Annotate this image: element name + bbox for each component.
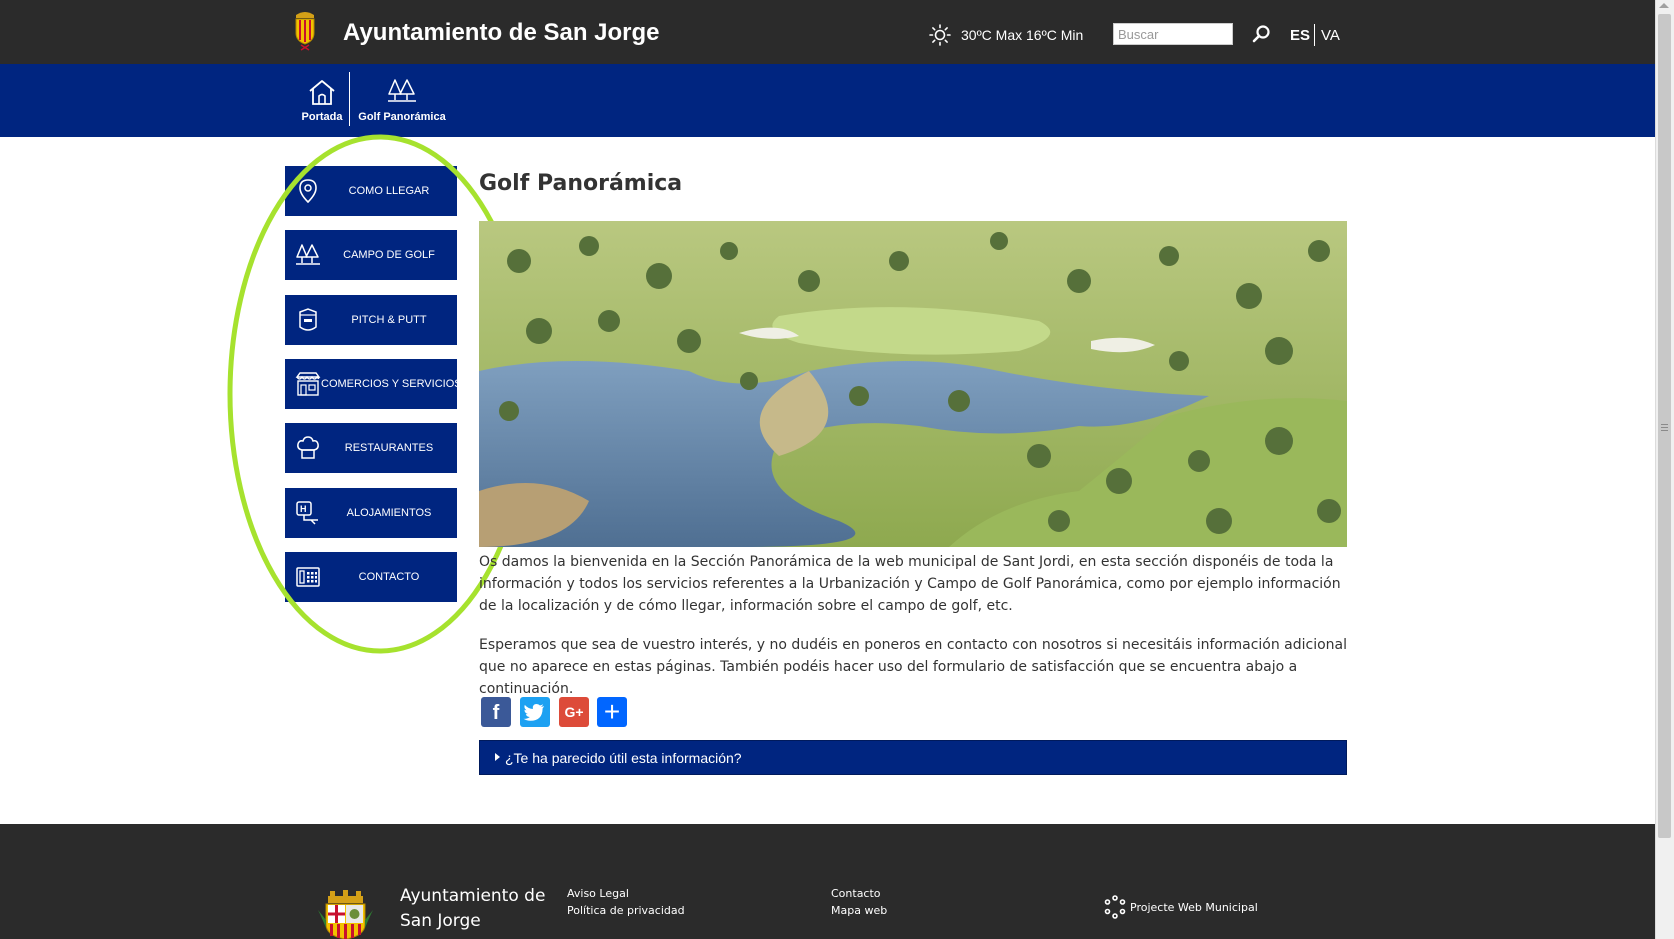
search-input[interactable] <box>1113 23 1233 45</box>
nav-label-golf-panoramica: Golf Panorámica <box>358 111 446 123</box>
chef-hat-icon <box>297 436 319 459</box>
feedback-toggle[interactable]: ¿Te ha parecido útil esta información? <box>479 740 1347 775</box>
share-more-button[interactable]: + <box>597 696 627 727</box>
home-icon <box>309 80 335 105</box>
nav-label-portada: Portada <box>301 111 343 123</box>
projecte-web-link[interactable]: Projecte Web Municipal <box>1130 901 1258 914</box>
golf-course-photo <box>479 221 1347 547</box>
plus-icon: + <box>603 696 621 727</box>
intro-paragraph: Os damos la bienvenida en la Sección Pan… <box>479 554 1341 614</box>
share-facebook-button[interactable]: f <box>481 697 511 727</box>
club-badge-icon <box>299 308 317 331</box>
projecte-web-icon <box>1104 895 1126 919</box>
main-nav: Portada Golf Panorámica <box>0 64 1655 137</box>
footer-link-contacto[interactable]: Contacto <box>831 887 881 900</box>
trees-icon <box>296 244 320 265</box>
nav-divider <box>349 72 350 126</box>
sidebar-item-comercios-servicios[interactable]: COMERCIOS Y SERVICIOS <box>285 359 462 409</box>
language-divider <box>1314 24 1315 46</box>
footer-title: Ayuntamiento de San Jorge <box>400 884 545 934</box>
language-va-link[interactable]: VA <box>1321 27 1340 44</box>
sidebar-label-campo-de-golf: CAMPO DE GOLF <box>343 249 435 261</box>
nav-item-golf-panoramica[interactable]: Golf Panorámica <box>354 64 450 137</box>
sidebar-item-campo-de-golf[interactable]: CAMPO DE GOLF <box>285 230 457 280</box>
sidebar-item-alojamientos[interactable]: H ALOJAMIENTOS <box>285 488 457 538</box>
footer-link-privacidad[interactable]: Política de privacidad <box>567 904 685 917</box>
sidebar-item-como-llegar[interactable]: COMO LLEGAR <box>285 166 457 216</box>
map-pin-icon <box>299 179 317 204</box>
hotel-icon: H <box>296 501 318 525</box>
facebook-icon: f <box>492 702 500 724</box>
footer-link-aviso-legal[interactable]: Aviso Legal <box>567 887 629 900</box>
caret-right-icon <box>495 753 500 761</box>
share-googleplus-button[interactable]: G+ <box>559 697 589 727</box>
sidebar-label-alojamientos: ALOJAMIENTOS <box>346 507 432 519</box>
sidebar-label-comercios-servicios: COMERCIOS Y SERVICIOS <box>321 378 462 390</box>
top-bar: Ayuntamiento de San Jorge 30ºC Max 16ºC … <box>0 0 1655 64</box>
town-crest-icon <box>318 890 373 939</box>
sidebar-label-como-llegar: COMO LLEGAR <box>348 185 430 197</box>
footer-title-line1: Ayuntamiento de <box>400 886 546 906</box>
town-crest-icon[interactable] <box>293 9 317 51</box>
sidebar-item-contacto[interactable]: CONTACTO <box>285 552 457 602</box>
page: Ayuntamiento de San Jorge 30ºC Max 16ºC … <box>0 0 1655 939</box>
weather-text: 30ºC Max 16ºC Min <box>961 27 1084 43</box>
sidebar-item-pitch-putt[interactable]: PITCH & PUTT <box>285 295 457 345</box>
language-es-link[interactable]: ES <box>1290 27 1310 44</box>
scroll-up-arrow-icon[interactable] <box>1659 3 1669 8</box>
share-twitter-button[interactable] <box>520 697 550 727</box>
footer-title-line2: San Jorge <box>400 911 481 931</box>
sun-icon <box>929 24 951 46</box>
footer-link-mapa-web[interactable]: Mapa web <box>831 904 887 917</box>
shop-icon <box>295 372 321 396</box>
svg-text:H: H <box>300 504 307 514</box>
scrollbar-grip-line <box>1661 427 1668 428</box>
page-title: Golf Panorámica <box>479 171 683 196</box>
site-title[interactable]: Ayuntamiento de San Jorge <box>343 19 660 47</box>
twitter-icon <box>523 704 544 721</box>
google-plus-icon: G+ <box>564 704 584 720</box>
footer <box>0 824 1655 939</box>
sidebar-item-restaurantes[interactable]: RESTAURANTES <box>285 423 457 473</box>
sidebar-label-pitch-putt: PITCH & PUTT <box>351 314 427 326</box>
trees-icon <box>388 79 416 102</box>
sidebar-label-restaurantes: RESTAURANTES <box>344 442 434 454</box>
nav-item-portada[interactable]: Portada <box>298 64 346 137</box>
contact-paragraph: Esperamos que sea de vuestro interés, y … <box>479 637 1348 697</box>
search-icon[interactable] <box>1251 24 1271 44</box>
phone-book-icon <box>296 567 320 587</box>
feedback-question: ¿Te ha parecido útil esta información? <box>505 750 742 766</box>
sidebar-label-contacto: CONTACTO <box>358 571 420 583</box>
